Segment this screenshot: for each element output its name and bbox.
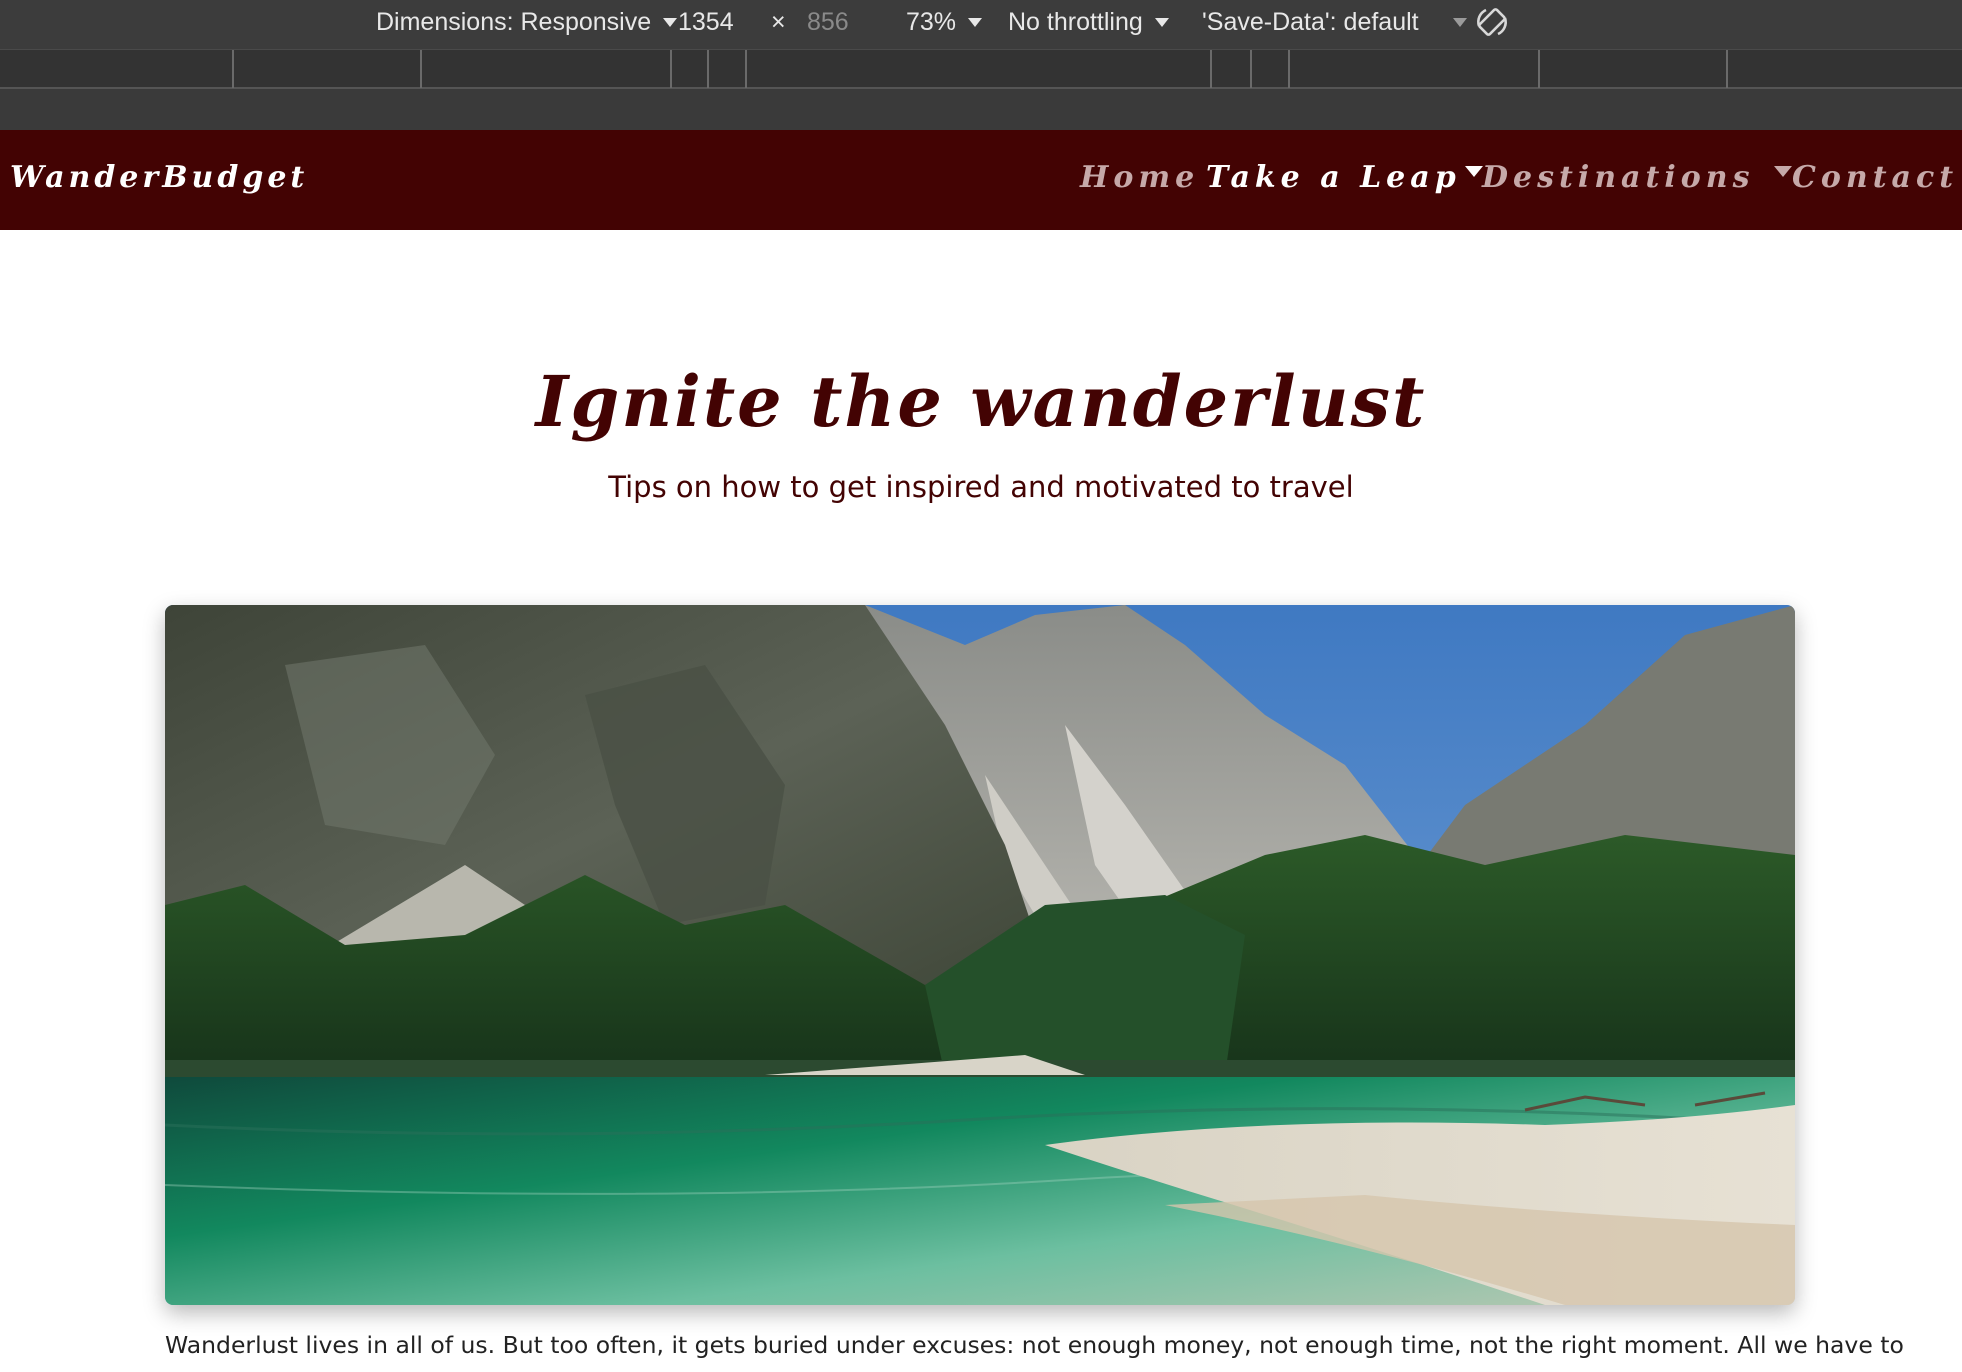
save-data-label: 'Save-Data': default bbox=[1202, 8, 1419, 36]
dimensions-dropdown[interactable]: Dimensions: Responsive bbox=[376, 8, 678, 37]
save-data-dropdown[interactable]: 'Save-Data': default bbox=[1202, 8, 1467, 37]
nav-home-label: Home bbox=[1080, 160, 1200, 195]
width-value: 1354 bbox=[678, 8, 734, 36]
chevron-down-icon bbox=[1154, 18, 1169, 27]
brand-logo[interactable]: WanderBudget bbox=[10, 160, 308, 195]
rotate-icon[interactable] bbox=[1474, 4, 1510, 42]
times-symbol: × bbox=[771, 8, 786, 37]
dropdown-caret-icon bbox=[1464, 166, 1483, 177]
device-frame-gap bbox=[0, 89, 1962, 130]
media-query-ruler[interactable] bbox=[0, 49, 1962, 89]
nav-home[interactable]: Home bbox=[1080, 160, 1199, 195]
times-text: × bbox=[771, 8, 786, 36]
site-navbar: WanderBudget Home Take a Leap Destinatio… bbox=[0, 130, 1962, 230]
nav-contact[interactable]: Contact bbox=[1792, 160, 1958, 195]
chevron-down-icon bbox=[1452, 18, 1467, 27]
chevron-down-icon bbox=[663, 18, 678, 27]
width-input[interactable]: 1354 bbox=[678, 8, 734, 37]
throttling-label: No throttling bbox=[1008, 8, 1143, 36]
page-subtitle: Tips on how to get inspired and motivate… bbox=[608, 470, 1354, 504]
dropdown-caret-icon bbox=[1774, 166, 1793, 177]
page-title: Ignite the wanderlust bbox=[535, 360, 1427, 443]
article-intro: Wanderlust lives in all of us. But too o… bbox=[165, 1331, 1904, 1359]
devtools-toolbar: Dimensions: Responsive 1354 × 856 73% No… bbox=[0, 0, 1962, 49]
nav-take-a-leap-label: Take a Leap bbox=[1206, 160, 1461, 195]
hero-landscape-image bbox=[165, 605, 1795, 1305]
height-input[interactable]: 856 bbox=[807, 8, 849, 37]
zoom-dropdown[interactable]: 73% bbox=[906, 8, 983, 37]
nav-contact-label: Contact bbox=[1792, 160, 1959, 195]
nav-take-a-leap[interactable]: Take a Leap bbox=[1206, 160, 1483, 195]
throttling-dropdown[interactable]: No throttling bbox=[1008, 8, 1169, 37]
chevron-down-icon bbox=[968, 18, 983, 27]
nav-destinations[interactable]: Destinations bbox=[1482, 160, 1793, 195]
dimensions-label: Dimensions: Responsive bbox=[376, 8, 652, 36]
nav-destinations-label: Destinations bbox=[1482, 160, 1755, 195]
zoom-label: 73% bbox=[906, 8, 957, 36]
height-placeholder: 856 bbox=[807, 8, 849, 36]
